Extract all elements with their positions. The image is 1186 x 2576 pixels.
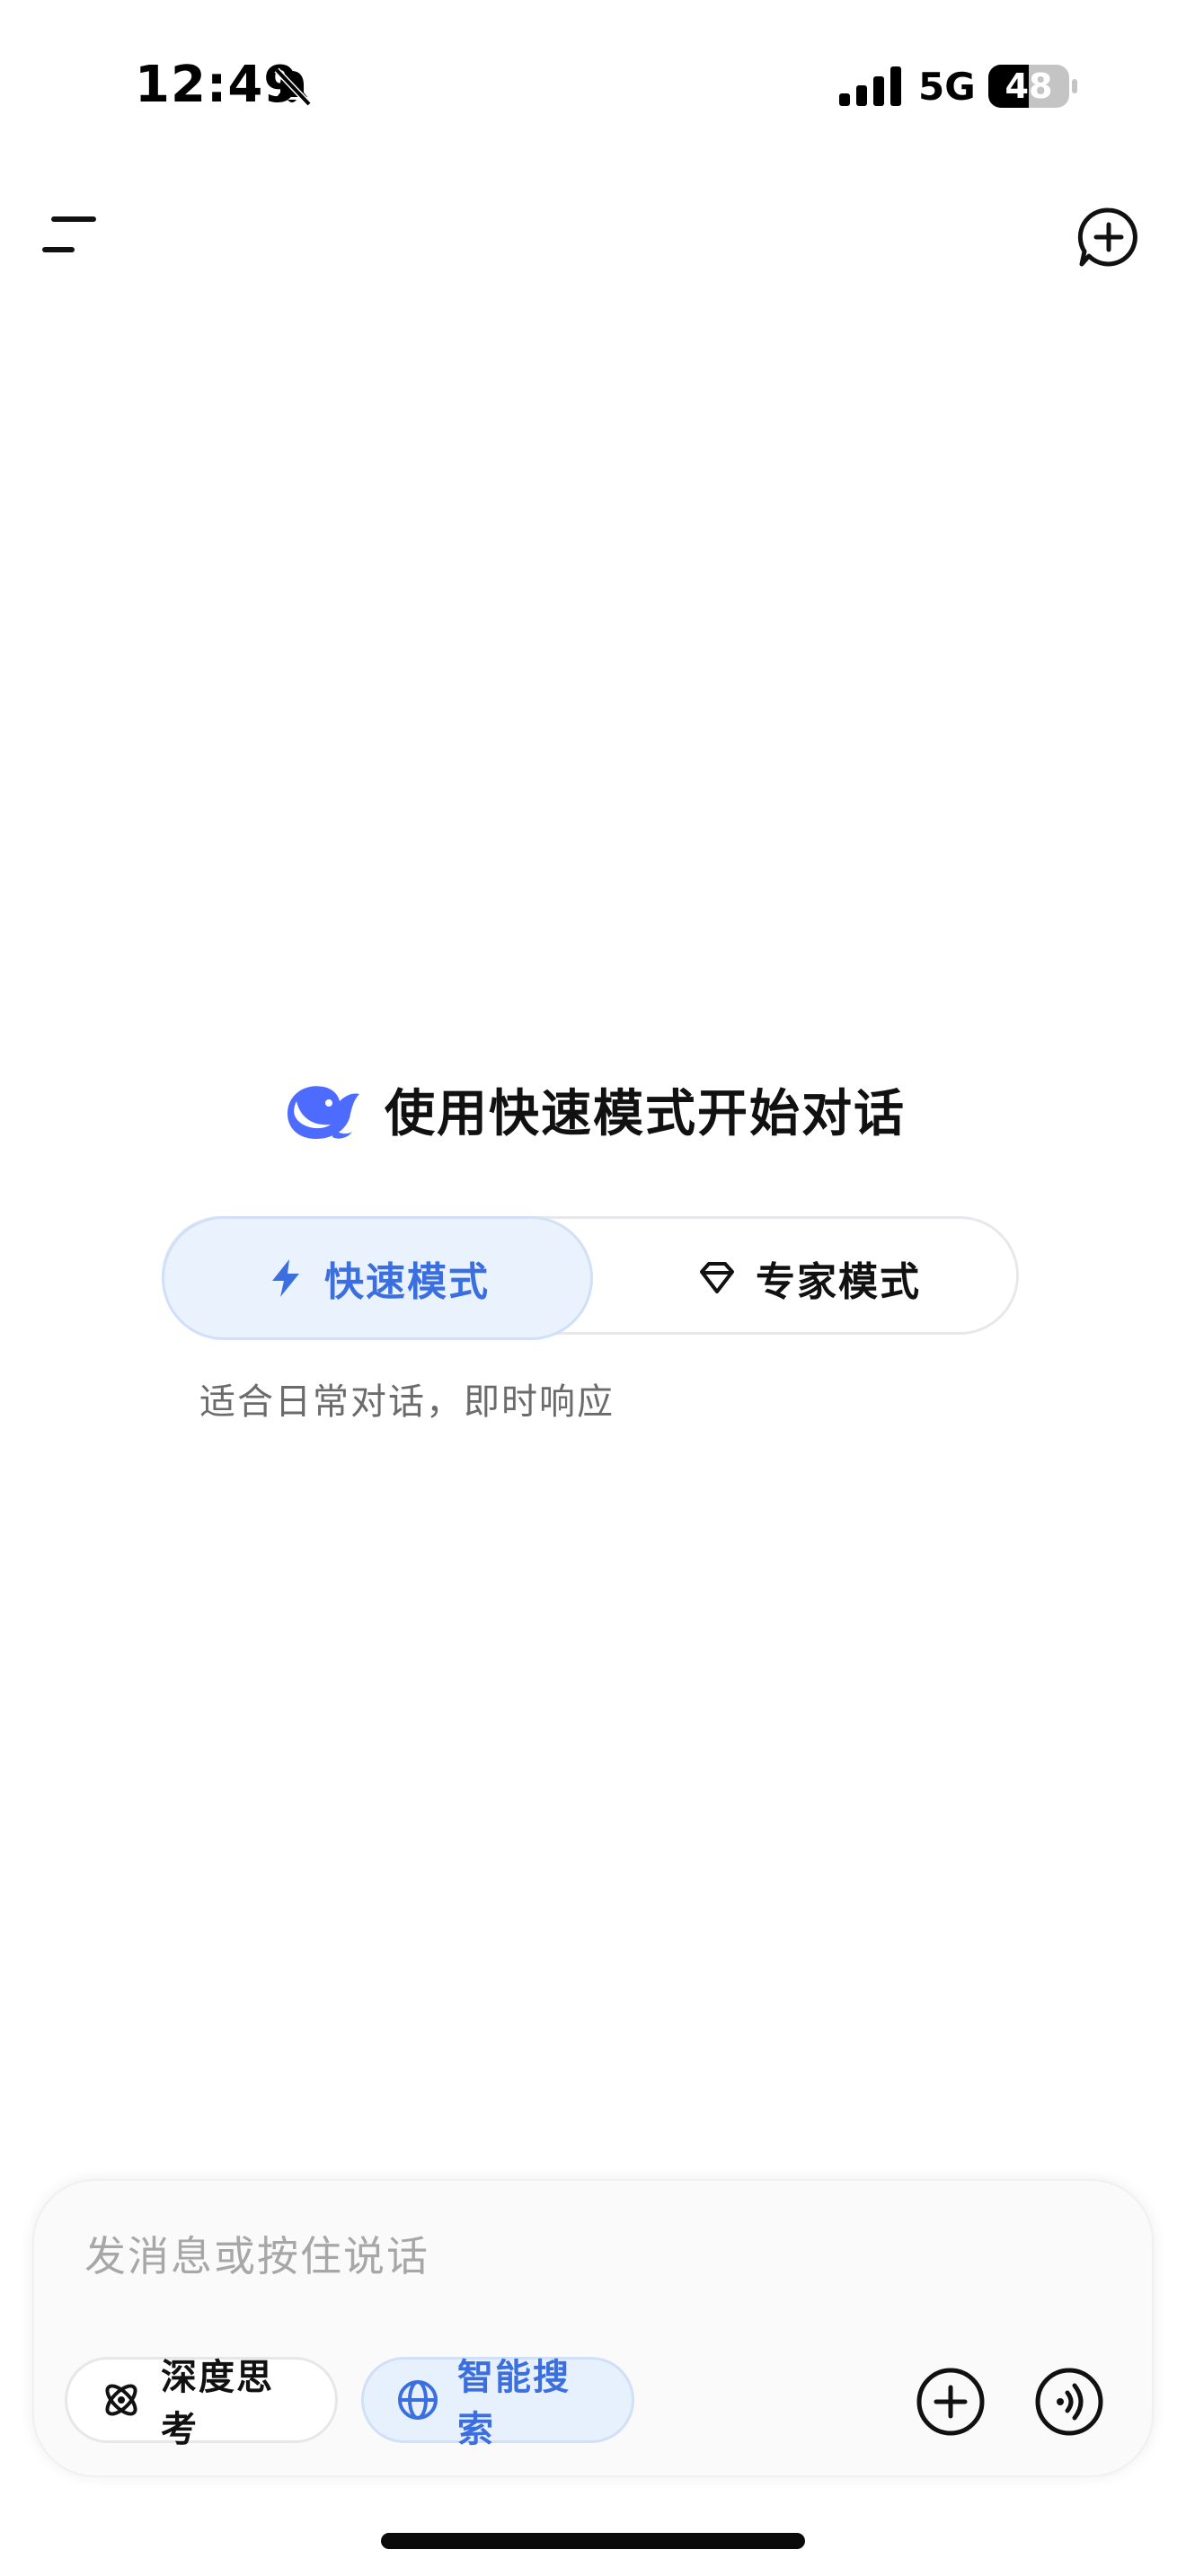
- mode-fast-button[interactable]: 快速模式: [162, 1216, 593, 1340]
- input-panel: 深度思考 智能搜索: [32, 2179, 1154, 2477]
- voice-wave-icon[interactable]: [1033, 2366, 1105, 2438]
- network-type: 5G: [918, 65, 976, 109]
- status-bar: 12:49 5G 48: [0, 0, 1186, 171]
- mode-switch: 快速模式 专家模式: [162, 1216, 1019, 1340]
- signal-icon: [839, 66, 901, 106]
- whale-logo-icon: [288, 1086, 359, 1139]
- atom-icon: [105, 2384, 137, 2416]
- smart-search-label: 智能搜索: [457, 2357, 571, 2450]
- diamond-icon: [700, 1262, 734, 1293]
- hero-title: 使用快速模式开始对话: [385, 1084, 906, 1143]
- mode-expert-label: 专家模式: [756, 1259, 921, 1305]
- mode-fast-label: 快速模式: [324, 1259, 490, 1305]
- home-indicator: [381, 2533, 805, 2549]
- bell-muted-icon: [274, 67, 312, 107]
- message-input[interactable]: [84, 2220, 1073, 2292]
- hero: 使用快速模式开始对话: [0, 1060, 1186, 1159]
- mode-description: 适合日常对话，即时响应: [199, 1381, 615, 1423]
- plus-circle-icon[interactable]: [915, 2366, 987, 2438]
- deep-think-button[interactable]: 深度思考: [65, 2357, 338, 2450]
- new-chat-plus-icon[interactable]: [1076, 205, 1141, 269]
- menu-lines-icon[interactable]: [40, 210, 102, 262]
- mode-expert-button[interactable]: 专家模式: [596, 1216, 1022, 1340]
- battery-level: 48: [1005, 66, 1053, 106]
- lightning-icon: [272, 1259, 299, 1297]
- deep-think-label: 深度思考: [161, 2357, 274, 2450]
- globe-icon: [398, 2380, 438, 2420]
- smart-search-button[interactable]: 智能搜索: [361, 2357, 634, 2450]
